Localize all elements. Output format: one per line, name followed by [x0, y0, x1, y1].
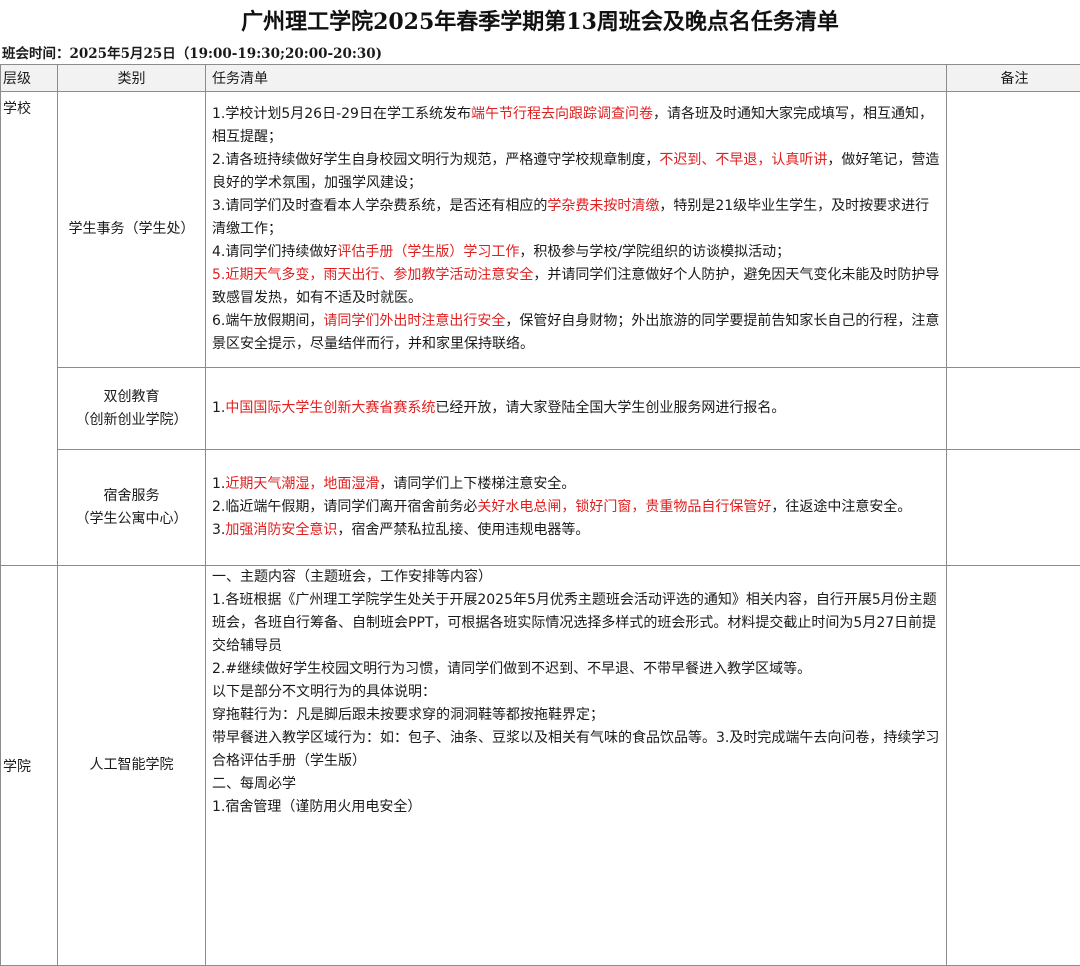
table-header-row: 层级 类别 任务清单 备注: [1, 65, 1080, 92]
task-item: 1.各班根据《广州理工学院学生处关于开展2025年5月优秀主题班会活动评选的通知…: [212, 589, 942, 658]
header-level: 层级: [1, 65, 58, 92]
task-item: 1.学校计划5月26日-29日在学工系统发布端午节行程去向跟踪调查问卷，请各班及…: [212, 103, 942, 149]
header-category: 类别: [58, 65, 206, 92]
category-innovation: 双创教育 （创新创业学院）: [58, 368, 206, 450]
task-item: 4.请同学们持续做好评估手册（学生版）学习工作，积极参与学校/学院组织的访谈模拟…: [212, 241, 942, 264]
page-title: 广州理工学院2025年春季学期第13周班会及晚点名任务清单: [0, 0, 1080, 44]
task-item: 以下是部分不文明行为的具体说明：: [212, 681, 942, 704]
task-item: 带早餐进入教学区域行为：如：包子、油条、豆浆以及相关有气味的食品饮品等。3.及时…: [212, 727, 942, 773]
category-dorm: 宿舍服务 （学生公寓中心）: [58, 450, 206, 566]
meeting-time: 班会时间：2025年5月25日（19:00-19:30;20:00-20:30): [2, 44, 382, 64]
table-row: 学院 人工智能学院 一、主题内容（主题班会，工作安排等内容） 1.各班根据《广州…: [1, 566, 1080, 966]
task-item: 2.请各班持续做好学生自身校园文明行为规范，严格遵守学校规章制度，不迟到、不早退…: [212, 149, 942, 195]
header-notes: 备注: [947, 65, 1080, 92]
table-row: 双创教育 （创新创业学院） 1.中国国际大学生创新大赛省赛系统已经开放，请大家登…: [1, 368, 1080, 450]
task-table: 层级 类别 任务清单 备注 学校 学生事务（学生处） 1.学校计划5月26日-2…: [0, 64, 1080, 966]
notes-cell: [947, 566, 1080, 966]
notes-cell: [947, 92, 1080, 368]
tasks-student-affairs: 1.学校计划5月26日-29日在学工系统发布端午节行程去向跟踪调查问卷，请各班及…: [206, 92, 947, 368]
tasks-ai: 一、主题内容（主题班会，工作安排等内容） 1.各班根据《广州理工学院学生处关于开…: [206, 566, 947, 966]
task-item: 2.临近端午假期，请同学们离开宿舍前务必关好水电总闸，锁好门窗，贵重物品自行保管…: [212, 496, 942, 519]
table-row: 学校 学生事务（学生处） 1.学校计划5月26日-29日在学工系统发布端午节行程…: [1, 92, 1080, 368]
notes-cell: [947, 368, 1080, 450]
task-item: 3.加强消防安全意识，宿舍严禁私拉乱接、使用违规电器等。: [212, 519, 942, 542]
header-tasks: 任务清单: [206, 65, 947, 92]
tasks-innovation: 1.中国国际大学生创新大赛省赛系统已经开放，请大家登陆全国大学生创业服务网进行报…: [206, 368, 947, 450]
task-item: 3.请同学们及时查看本人学杂费系统，是否还有相应的学杂费未按时清缴，特别是21级…: [212, 195, 942, 241]
table-row: 宿舍服务 （学生公寓中心） 1.近期天气潮湿，地面湿滑，请同学们上下楼梯注意安全…: [1, 450, 1080, 566]
level-school: 学校: [1, 92, 58, 566]
category-student-affairs: 学生事务（学生处）: [58, 92, 206, 368]
category-ai: 人工智能学院: [58, 566, 206, 966]
notes-cell: [947, 450, 1080, 566]
task-item: 2.#继续做好学生校园文明行为习惯，请同学们做到不迟到、不早退、不带早餐进入教学…: [212, 658, 942, 681]
task-item: 一、主题内容（主题班会，工作安排等内容）: [212, 566, 942, 589]
task-item: 二、每周必学: [212, 773, 942, 796]
task-item: 6.端午放假期间，请同学们外出时注意出行安全，保管好自身财物；外出旅游的同学要提…: [212, 310, 942, 356]
task-item: 5.近期天气多变，雨天出行、参加教学活动注意安全，并请同学们注意做好个人防护，避…: [212, 264, 942, 310]
task-item: 1.近期天气潮湿，地面湿滑，请同学们上下楼梯注意安全。: [212, 473, 942, 496]
task-item: 1.中国国际大学生创新大赛省赛系统已经开放，请大家登陆全国大学生创业服务网进行报…: [212, 397, 942, 420]
tasks-dorm: 1.近期天气潮湿，地面湿滑，请同学们上下楼梯注意安全。 2.临近端午假期，请同学…: [206, 450, 947, 566]
task-item: 穿拖鞋行为：凡是脚后跟未按要求穿的洞洞鞋等都按拖鞋界定；: [212, 704, 942, 727]
level-college: 学院: [1, 566, 58, 966]
